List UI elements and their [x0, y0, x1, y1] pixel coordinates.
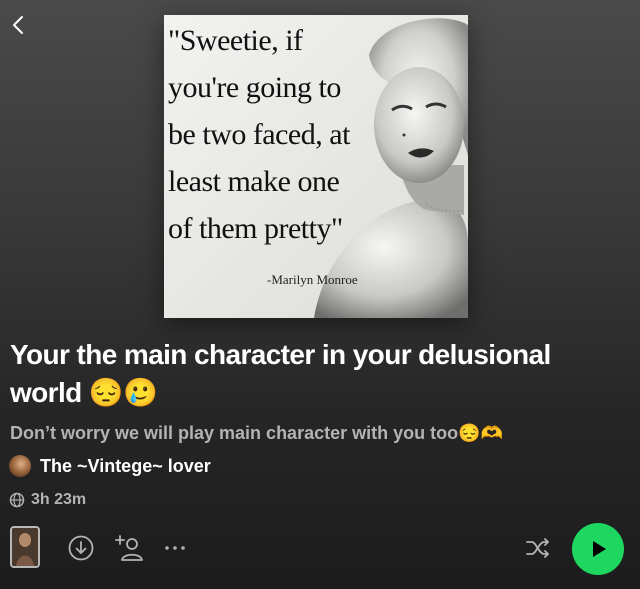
- chevron-left-icon: [13, 16, 23, 34]
- shuffle-button[interactable]: [524, 535, 552, 561]
- cover-attribution: -Marilyn Monroe: [267, 272, 358, 287]
- more-options-button[interactable]: [162, 536, 188, 560]
- shuffle-icon: [526, 538, 549, 558]
- playlist-description: Don’t worry we will play main character …: [10, 423, 503, 443]
- playlist-screen: "Sweetie, if you're going to be two face…: [0, 0, 640, 589]
- globe-icon: [9, 492, 25, 508]
- add-collaborator-button[interactable]: [115, 533, 145, 563]
- thumbnail-image: [12, 528, 38, 566]
- more-options-icon: [165, 546, 185, 550]
- back-button[interactable]: [4, 10, 34, 40]
- playlist-duration: 3h 23m: [31, 491, 87, 508]
- playlist-cover: "Sweetie, if you're going to be two face…: [164, 15, 468, 318]
- playlist-title: Your the main character in your delusion…: [10, 339, 551, 408]
- playlist-thumbnail[interactable]: [10, 526, 40, 568]
- add-user-icon: [115, 535, 143, 561]
- cover-quote-text: "Sweetie, if you're going to be two face…: [168, 24, 350, 245]
- download-button[interactable]: [67, 534, 95, 562]
- download-icon: [68, 535, 94, 561]
- play-icon: [593, 541, 606, 557]
- owner-link[interactable]: The ~Vintege~ lover: [9, 454, 211, 478]
- owner-avatar: [9, 455, 31, 477]
- duration-row: 3h 23m: [9, 489, 86, 511]
- play-button[interactable]: [572, 523, 624, 575]
- owner-name: The ~Vintege~ lover: [40, 455, 211, 476]
